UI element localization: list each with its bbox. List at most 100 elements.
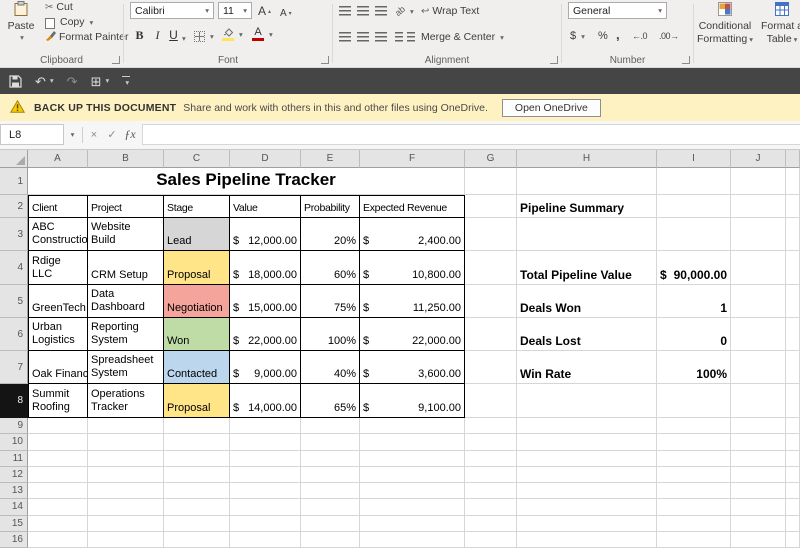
cell-I10[interactable] (657, 434, 731, 451)
cell-D15[interactable] (230, 515, 301, 532)
cell-H12[interactable] (517, 466, 657, 483)
row-header-3[interactable]: 3 (0, 218, 28, 251)
col-header-C[interactable]: C (164, 150, 230, 168)
cell-I3[interactable] (657, 218, 731, 251)
cell-B12[interactable] (88, 466, 164, 483)
align-left-button[interactable] (339, 30, 351, 44)
cell-F9[interactable] (360, 418, 465, 435)
cell-H10[interactable] (517, 434, 657, 451)
cell-J5[interactable] (731, 285, 786, 318)
cell-B10[interactable] (88, 434, 164, 451)
conditional-formatting-button[interactable]: Conditional Formatting ▾ (696, 1, 754, 45)
cell-H11[interactable] (517, 450, 657, 467)
row-header-13[interactable]: 13 (0, 483, 28, 500)
cell-H7[interactable]: Win Rate (517, 351, 657, 384)
cell-I14[interactable] (657, 499, 731, 516)
font-dialog-launcher[interactable] (321, 56, 329, 64)
cell-A5[interactable]: GreenTech (28, 285, 88, 318)
cell-I7[interactable]: 100% (657, 351, 731, 384)
decrease-indent-button[interactable] (395, 30, 403, 44)
cell-I6[interactable]: 0 (657, 318, 731, 351)
alignment-dialog-launcher[interactable] (550, 56, 558, 64)
cell-J3[interactable] (731, 218, 786, 251)
cell-G2[interactable] (465, 195, 517, 218)
col-header-partial[interactable] (786, 150, 800, 168)
increase-decimal-button[interactable]: ←.0 (632, 29, 648, 43)
cell-H15[interactable] (517, 515, 657, 532)
cell-I1[interactable] (657, 168, 731, 195)
cell-E5[interactable]: 75% (301, 285, 360, 318)
cell-B8[interactable]: Operations Tracker (88, 384, 164, 418)
cell-E15[interactable] (301, 515, 360, 532)
cell-H5[interactable]: Deals Won (517, 285, 657, 318)
cell-G3[interactable] (465, 218, 517, 251)
cell-J1[interactable] (731, 168, 786, 195)
cell-G16[interactable] (465, 531, 517, 548)
enter-button[interactable]: ✓ (104, 124, 120, 145)
fill-color-button[interactable]: ▾ (222, 27, 243, 41)
col-header-E[interactable]: E (301, 150, 360, 168)
cell-I5[interactable]: 1 (657, 285, 731, 318)
cell-A2[interactable]: Client (28, 195, 88, 218)
row-header-7[interactable]: 7 (0, 351, 28, 384)
formula-input[interactable] (142, 124, 800, 145)
cell-partial1[interactable] (786, 168, 800, 195)
cell-G5[interactable] (465, 285, 517, 318)
borders-button[interactable]: ▾ (194, 29, 214, 43)
cell-E14[interactable] (301, 499, 360, 516)
col-header-H[interactable]: H (517, 150, 657, 168)
cell-J8[interactable] (731, 384, 786, 418)
cell-D12[interactable] (230, 466, 301, 483)
cell-J7[interactable] (731, 351, 786, 384)
cell-H14[interactable] (517, 499, 657, 516)
cell-F3[interactable]: $2,400.00 (360, 218, 465, 251)
cell-D10[interactable] (230, 434, 301, 451)
col-header-G[interactable]: G (465, 150, 517, 168)
cell-B5[interactable]: Data Dashboard (88, 285, 164, 318)
cell-H6[interactable]: Deals Lost (517, 318, 657, 351)
cell-D3[interactable]: $12,000.00 (230, 218, 301, 251)
cell-J10[interactable] (731, 434, 786, 451)
cell-C4[interactable]: Proposal (164, 251, 230, 285)
cell-F10[interactable] (360, 434, 465, 451)
row-header-2[interactable]: 2 (0, 195, 28, 218)
cell-B7[interactable]: Spreadsheet System (88, 351, 164, 384)
cell-G13[interactable] (465, 483, 517, 500)
cell-B11[interactable] (88, 450, 164, 467)
cell-G6[interactable] (465, 318, 517, 351)
clipboard-dialog-launcher[interactable] (112, 56, 120, 64)
cell-I8[interactable] (657, 384, 731, 418)
cell-J12[interactable] (731, 466, 786, 483)
paste-button[interactable]: Paste ▾ (2, 0, 40, 42)
cell-I9[interactable] (657, 418, 731, 435)
cell-C14[interactable] (164, 499, 230, 516)
cell-E16[interactable] (301, 531, 360, 548)
cell-E9[interactable] (301, 418, 360, 435)
cell-partial8[interactable] (786, 384, 800, 418)
name-box-dropdown[interactable]: ▾ (64, 124, 79, 145)
cell-J2[interactable] (731, 195, 786, 218)
italic-button[interactable]: I (150, 28, 165, 43)
cell-F16[interactable] (360, 531, 465, 548)
cell-A12[interactable] (28, 466, 88, 483)
wrap-text-button[interactable]: ↩ Wrap Text (421, 4, 479, 18)
row-header-11[interactable]: 11 (0, 450, 28, 467)
cell-C10[interactable] (164, 434, 230, 451)
cell-G9[interactable] (465, 418, 517, 435)
cell-C11[interactable] (164, 450, 230, 467)
cell-E3[interactable]: 20% (301, 218, 360, 251)
cell-D5[interactable]: $15,000.00 (230, 285, 301, 318)
cell-C2[interactable]: Stage (164, 195, 230, 218)
cell-A15[interactable] (28, 515, 88, 532)
cell-D9[interactable] (230, 418, 301, 435)
cell-D6[interactable]: $22,000.00 (230, 318, 301, 351)
row-header-15[interactable]: 15 (0, 515, 28, 532)
cell-H1[interactable] (517, 168, 657, 195)
undo-button[interactable]: ↶ ▾ (35, 75, 54, 88)
align-top-button[interactable] (339, 4, 351, 18)
increase-indent-button[interactable] (407, 30, 415, 44)
cell-A6[interactable]: Urban Logistics (28, 318, 88, 351)
cell-F15[interactable] (360, 515, 465, 532)
cell-A3[interactable]: ABC Construction (28, 218, 88, 251)
cell-G8[interactable] (465, 384, 517, 418)
